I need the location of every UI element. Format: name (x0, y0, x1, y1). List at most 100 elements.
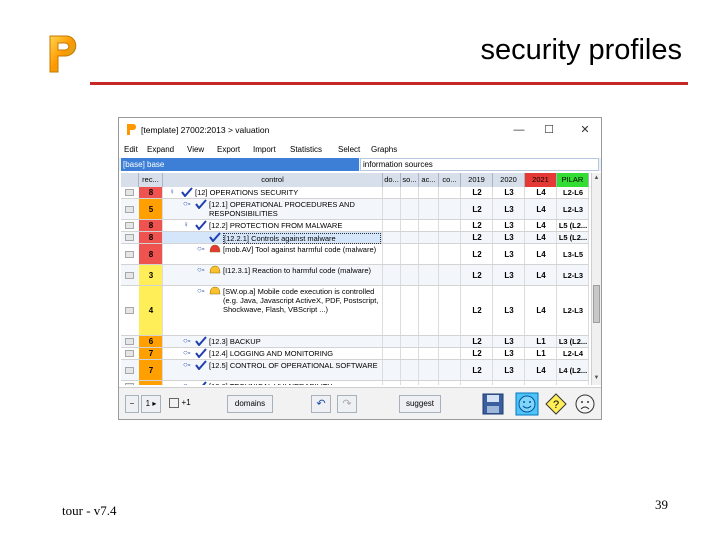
attribute-cell[interactable] (439, 220, 461, 231)
maturity-cell-v2021[interactable]: L4 (525, 360, 557, 380)
table-row[interactable]: ○- [12.6] TECHNICAL VULNERABILITY (121, 381, 589, 385)
control-cell[interactable]: ○- [12.1] OPERATIONAL PROCEDURES AND RESP… (163, 199, 383, 219)
maturity-cell-v2019[interactable]: L2 (461, 265, 493, 285)
attribute-cell[interactable] (401, 199, 419, 219)
maturity-cell-v2021[interactable]: L4 (525, 187, 557, 198)
tree-collapsed-icon[interactable]: ○- (183, 381, 191, 385)
attribute-cell[interactable] (401, 265, 419, 285)
maturity-cell-v2020[interactable]: L3 (493, 348, 525, 359)
menu-expand[interactable]: Expand (147, 145, 174, 154)
attribute-cell[interactable] (401, 187, 419, 198)
menu-statistics[interactable]: Statistics (290, 145, 322, 154)
menu-select[interactable]: Select (338, 145, 360, 154)
table-row[interactable]: 8 ♀ [12.2] PROTECTION FROM MALWARE L2 L3 L4 L5… (121, 220, 589, 232)
row-select-checkbox[interactable] (125, 350, 134, 357)
attribute-cell[interactable] (439, 381, 461, 385)
tree-collapsed-icon[interactable]: ○- (183, 199, 191, 208)
table-row[interactable]: 4 ○- [SW.op.a] Mobile code execution is co… (121, 286, 589, 336)
row-select-checkbox[interactable] (125, 338, 134, 345)
maturity-cell-v2021[interactable]: L4 (525, 232, 557, 243)
save-icon[interactable] (481, 392, 505, 416)
attribute-cell[interactable] (439, 244, 461, 264)
attribute-cell[interactable] (401, 220, 419, 231)
maturity-cell-v2019[interactable]: L2 (461, 360, 493, 380)
attribute-cell[interactable] (383, 232, 401, 243)
undo-button[interactable]: ↶ (311, 395, 331, 413)
header-2019[interactable]: 2019 (461, 173, 493, 187)
maturity-cell-v2020[interactable]: L3 (493, 232, 525, 243)
vertical-scrollbar[interactable]: ▲ ▼ (591, 173, 601, 385)
attribute-cell[interactable] (401, 360, 419, 380)
attribute-cell[interactable] (401, 286, 419, 335)
attribute-cell[interactable] (419, 336, 439, 347)
maturity-cell-v2020[interactable]: L3 (493, 286, 525, 335)
control-cell[interactable]: [12.2.1] Controls against malware (163, 232, 383, 244)
header-2020[interactable]: 2020 (493, 173, 525, 187)
attribute-cell[interactable] (419, 199, 439, 219)
maturity-cell-v2021[interactable]: L1 (525, 336, 557, 347)
table-row[interactable]: 8 ♀ [12] OPERATIONS SECURITY L2 L3 L4 L2-L6 (121, 187, 589, 199)
attribute-cell[interactable] (383, 244, 401, 264)
maturity-cell-pilar[interactable]: L3-L5 (557, 244, 589, 264)
control-cell[interactable]: ○- [12.4] LOGGING AND MONITORING (163, 348, 383, 359)
attribute-cell[interactable] (419, 348, 439, 359)
maturity-cell-v2019[interactable]: L2 (461, 348, 493, 359)
attribute-cell[interactable] (383, 336, 401, 347)
close-button[interactable]: ✕ (575, 122, 595, 138)
level-down-button[interactable]: − (125, 395, 139, 413)
maturity-cell-v2019[interactable]: L2 (461, 244, 493, 264)
header-so[interactable]: so... (401, 173, 419, 187)
row-select-checkbox[interactable] (125, 366, 134, 374)
scroll-down-arrow[interactable]: ▼ (593, 375, 600, 381)
header-ac[interactable]: ac... (419, 173, 439, 187)
control-cell[interactable]: ○- [I12.3.1] Reaction to harmful code (ma… (163, 265, 383, 285)
attribute-cell[interactable] (383, 360, 401, 380)
maturity-cell-v2020[interactable]: L3 (493, 187, 525, 198)
attribute-cell[interactable] (401, 232, 419, 243)
attribute-cell[interactable] (419, 187, 439, 198)
maturity-cell-v2020[interactable] (493, 381, 525, 385)
menu-view[interactable]: View (187, 145, 204, 154)
plus-one-checkbox[interactable] (169, 397, 180, 408)
maturity-cell-v2020[interactable]: L3 (493, 336, 525, 347)
tree-expanded-icon[interactable]: ♀ (169, 187, 175, 196)
attribute-cell[interactable] (419, 265, 439, 285)
control-cell[interactable]: ○- [mob.AV] Tool against harmful code (ma… (163, 244, 383, 264)
domains-button[interactable]: domains (227, 395, 273, 413)
maturity-cell-pilar[interactable] (557, 381, 589, 385)
scrollbar-thumb[interactable] (593, 285, 600, 323)
attribute-cell[interactable] (383, 199, 401, 219)
maturity-cell-pilar[interactable]: L2-L3 (557, 286, 589, 335)
attribute-cell[interactable] (419, 381, 439, 385)
maturity-cell-v2021[interactable]: L4 (525, 244, 557, 264)
attribute-cell[interactable] (419, 286, 439, 335)
attribute-cell[interactable] (383, 348, 401, 359)
attribute-cell[interactable] (383, 381, 401, 385)
row-select-checkbox[interactable] (125, 307, 134, 314)
control-cell[interactable]: ♀ [12] OPERATIONS SECURITY (163, 187, 383, 198)
maturity-cell-v2019[interactable]: L2 (461, 232, 493, 243)
row-select-checkbox[interactable] (125, 205, 134, 213)
maturity-cell-pilar[interactable]: L5 (L2... (557, 220, 589, 231)
redo-button[interactable]: ↷ (337, 395, 357, 413)
row-select-checkbox[interactable] (125, 250, 134, 258)
menu-edit[interactable]: Edit (124, 145, 138, 154)
header-control[interactable]: control (163, 173, 383, 187)
sad-face-icon[interactable] (573, 392, 597, 416)
header-2021[interactable]: 2021 (525, 173, 557, 187)
maturity-cell-v2020[interactable]: L3 (493, 360, 525, 380)
attribute-cell[interactable] (383, 286, 401, 335)
information-sources-field[interactable]: information sources (360, 158, 599, 171)
maturity-cell-pilar[interactable]: L3 (L2... (557, 336, 589, 347)
header-co[interactable]: co... (439, 173, 461, 187)
help-question-icon[interactable]: ? (544, 392, 568, 416)
attribute-cell[interactable] (419, 232, 439, 243)
tree-collapsed-icon[interactable]: ○- (197, 286, 205, 295)
menu-import[interactable]: Import (253, 145, 276, 154)
tree-collapsed-icon[interactable]: ○- (197, 244, 205, 253)
domain-selector[interactable]: [base] base (121, 158, 359, 171)
maturity-cell-v2020[interactable]: L3 (493, 220, 525, 231)
control-cell[interactable]: ○- [12.5] CONTROL OF OPERATIONAL SOFTWARE (163, 360, 383, 380)
attribute-cell[interactable] (401, 336, 419, 347)
attribute-cell[interactable] (401, 244, 419, 264)
